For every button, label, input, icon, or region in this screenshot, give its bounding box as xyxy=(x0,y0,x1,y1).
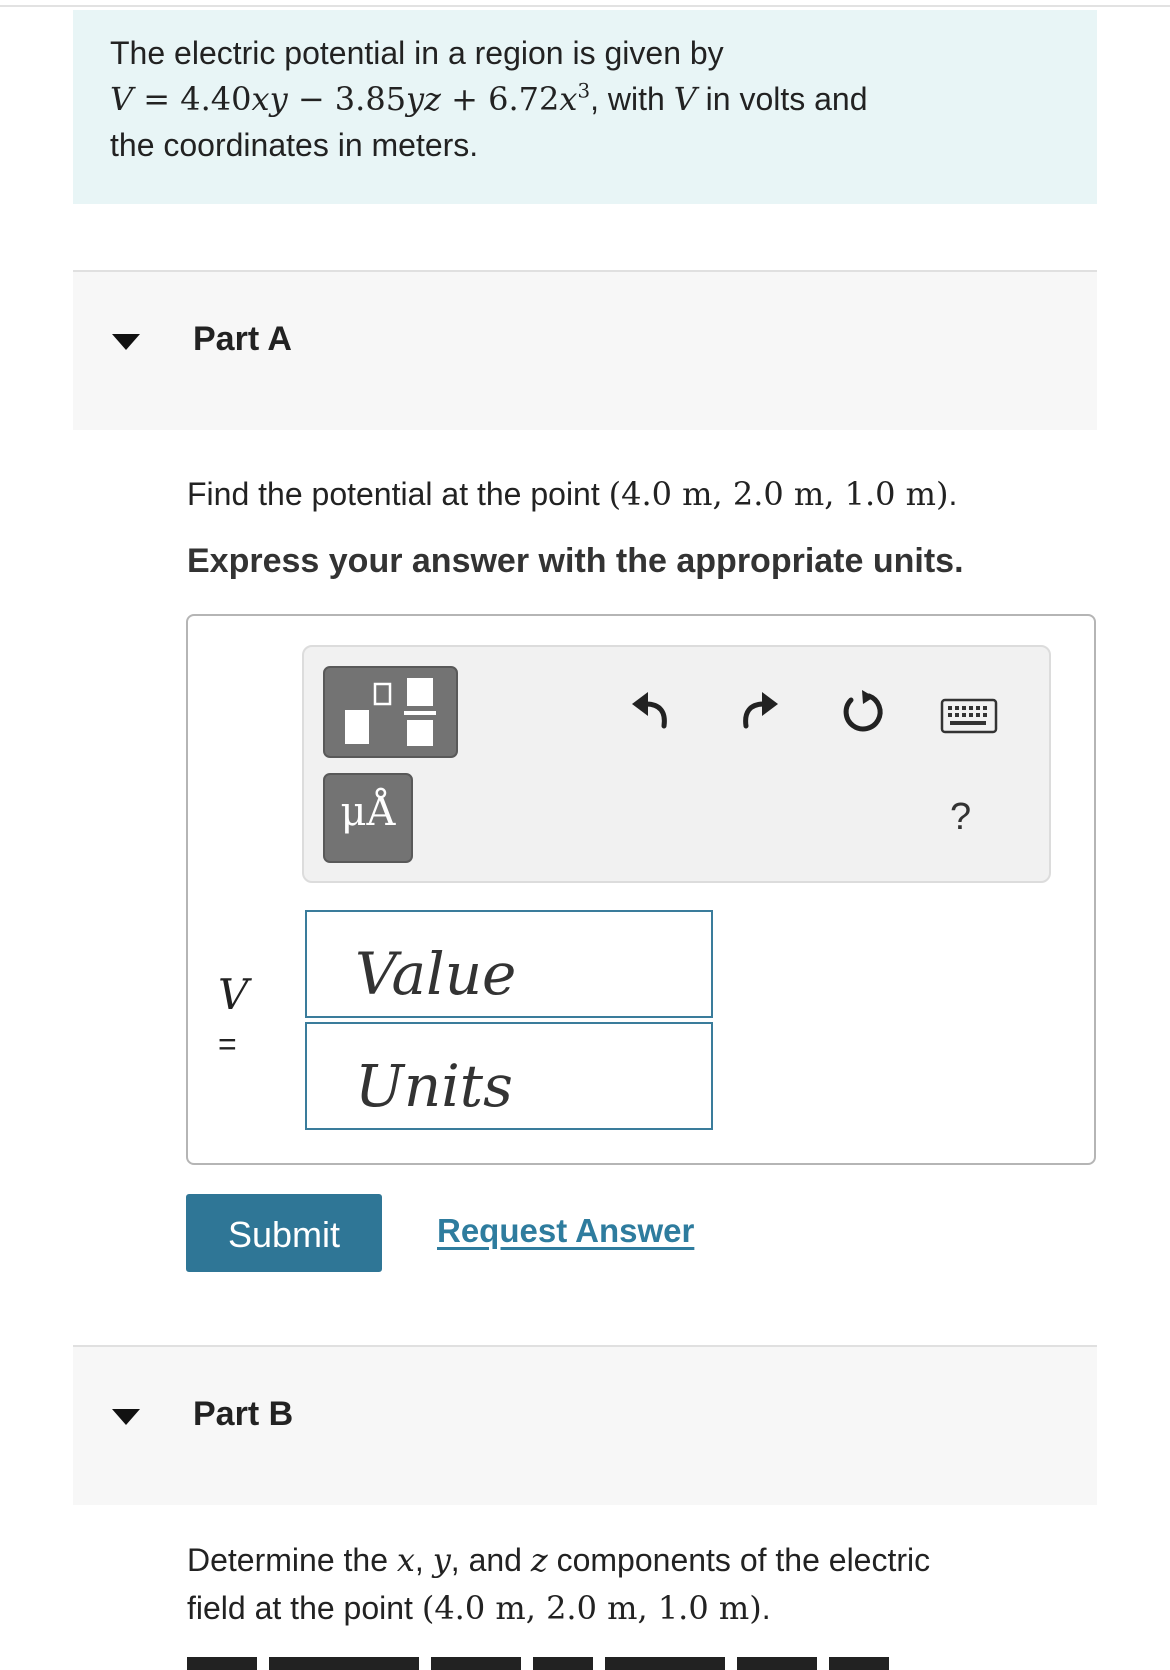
collapse-triangle-icon[interactable] xyxy=(112,334,140,350)
intro-line-3: the coordinates in meters. xyxy=(110,127,479,163)
part-a-question-prefix: Find the potential at the point xyxy=(187,476,609,512)
part-a-point: (4.0 m, 2.0 m, 1.0 m) xyxy=(608,475,949,513)
top-divider xyxy=(0,5,1170,7)
formula-lhs: V xyxy=(110,80,134,118)
part-b-prefix: Determine the xyxy=(187,1542,397,1578)
intro-line-1: The electric potential in a region is gi… xyxy=(110,35,724,71)
part-b-question: Determine the x, y, and z components of … xyxy=(187,1536,930,1632)
part-b-line2-suffix: . xyxy=(761,1590,771,1626)
formula-term2: 3.85 xyxy=(334,80,407,118)
formula-eq: = xyxy=(133,80,181,118)
units-input[interactable] xyxy=(305,1022,713,1130)
collapse-triangle-icon[interactable] xyxy=(112,1409,140,1425)
part-b-comma: , xyxy=(414,1542,433,1578)
intro-line-2: V = 4.40xy − 3.85yz + 6.72x3, with V in … xyxy=(110,76,1060,122)
part-a-question: Find the potential at the point (4.0 m, … xyxy=(187,470,957,518)
intro-with: , with xyxy=(590,81,674,117)
part-b-header[interactable]: Part B xyxy=(73,1345,1097,1505)
formula-term3: 6.72 xyxy=(488,80,560,118)
redo-icon[interactable] xyxy=(736,686,782,732)
request-answer-link[interactable]: Request Answer xyxy=(437,1212,694,1250)
units-button-label: μÅ xyxy=(340,789,396,835)
answer-equals: = xyxy=(218,1026,237,1062)
undo-icon[interactable] xyxy=(628,686,674,732)
part-b-x: x xyxy=(396,1541,415,1579)
formula-op1: − xyxy=(287,80,335,118)
part-b-y: y xyxy=(432,1541,451,1579)
part-a-instruction: Express your answer with the appropriate… xyxy=(187,542,964,580)
problem-intro: The electric potential in a region is gi… xyxy=(73,10,1097,204)
templates-button[interactable] xyxy=(323,666,458,758)
formula-op2: + xyxy=(440,80,489,118)
reset-icon[interactable] xyxy=(838,686,888,736)
intro-v-symbol: V xyxy=(673,80,697,118)
answer-variable: V xyxy=(218,970,249,1019)
part-b-line-1: Determine the x, y, and z components of … xyxy=(187,1536,930,1584)
part-b-point: (4.0 m, 2.0 m, 1.0 m) xyxy=(421,1589,762,1627)
part-b-line-2: field at the point (4.0 m, 2.0 m, 1.0 m)… xyxy=(187,1584,930,1632)
templates-icon xyxy=(345,678,436,746)
part-b-suffix: components of the electric xyxy=(547,1542,931,1578)
formula-term2-vars: yz xyxy=(406,80,441,118)
intro-units-note: in volts and xyxy=(696,81,868,117)
formula-term3-var: x xyxy=(559,80,578,118)
units-button[interactable]: μÅ xyxy=(323,773,413,863)
part-b-title: Part B xyxy=(193,1395,294,1433)
submit-button[interactable]: Submit xyxy=(186,1194,382,1272)
help-button[interactable]: ? xyxy=(950,796,971,839)
cut-off-text xyxy=(187,1657,927,1670)
formula-term1-vars: xy xyxy=(251,80,288,118)
part-b-and: , and xyxy=(450,1542,531,1578)
part-a-title: Part A xyxy=(193,320,292,358)
keyboard-icon[interactable] xyxy=(940,698,998,736)
part-b-z: z xyxy=(530,1541,548,1579)
formula-term3-exponent: 3 xyxy=(577,79,591,103)
value-input[interactable] xyxy=(305,910,713,1018)
part-a-header[interactable]: Part A xyxy=(73,270,1097,430)
part-b-line2-prefix: field at the point xyxy=(187,1590,422,1626)
formula-term1: 4.40 xyxy=(180,80,252,118)
part-a-question-suffix: . xyxy=(948,476,958,512)
